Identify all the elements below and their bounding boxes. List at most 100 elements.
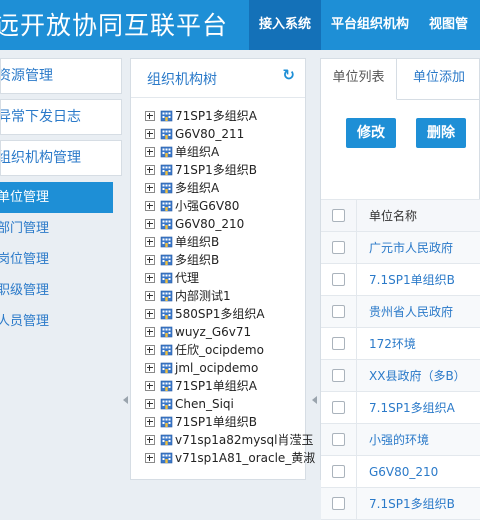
unit-name-link[interactable]: 7.1SP1单组织B — [357, 271, 455, 288]
tree-node[interactable]: 多组织B — [145, 251, 305, 269]
expand-plus-icon[interactable] — [145, 129, 155, 139]
delete-button[interactable]: 删除 — [416, 118, 466, 148]
sidebar-item-label: 部门管理 — [0, 221, 50, 236]
org-building-icon — [160, 182, 173, 194]
sidebar-group-label: 资源管理 — [0, 68, 53, 84]
refresh-icon[interactable]: ↻ — [282, 66, 295, 84]
tree-node[interactable]: 71SP1多组织A — [145, 107, 305, 125]
table-row[interactable]: 7.1SP1多组织A — [321, 392, 480, 424]
row-checkbox[interactable] — [332, 337, 345, 350]
sidebar-item-department[interactable]: 部门管理 — [0, 213, 122, 244]
unit-name-link[interactable]: G6V80_210 — [357, 465, 438, 479]
table-row[interactable]: 172环境 — [321, 328, 480, 360]
tree-node[interactable]: wuyz_G6v71 — [145, 323, 305, 341]
tree-node[interactable]: 单组织A — [145, 143, 305, 161]
expand-plus-icon[interactable] — [145, 345, 155, 355]
expand-plus-icon[interactable] — [145, 165, 155, 175]
expand-plus-icon[interactable] — [145, 201, 155, 211]
row-checkbox[interactable] — [332, 401, 345, 414]
row-checkbox[interactable] — [332, 241, 345, 254]
table-row[interactable]: 小强的环境 — [321, 424, 480, 456]
tab-unit-list[interactable]: 单位列表 — [321, 59, 397, 100]
tree-node[interactable]: Chen_Siqi — [145, 395, 305, 413]
expand-plus-icon[interactable] — [145, 435, 155, 445]
tree-node-label: 71SP1多组织B — [175, 163, 257, 177]
expand-plus-icon[interactable] — [145, 399, 155, 409]
expand-plus-icon[interactable] — [145, 111, 155, 121]
tree-node-label: 580SP1多组织A — [175, 307, 265, 321]
table-row[interactable]: 广元市人民政府 — [321, 232, 480, 264]
table-row[interactable]: 7.1SP1多组织B — [321, 488, 480, 520]
tree-node[interactable]: 71SP1单组织B — [145, 413, 305, 431]
tab-unit-add[interactable]: 单位添加 — [413, 59, 465, 99]
sidebar-group-resource[interactable]: 资源管理 — [0, 58, 122, 94]
row-checkbox[interactable] — [332, 465, 345, 478]
expand-plus-icon[interactable] — [145, 309, 155, 319]
org-building-icon — [160, 326, 173, 338]
top-nav: 接入系统 平台组织机构 视图管 — [249, 0, 478, 50]
tree-node[interactable]: 71SP1单组织A — [145, 377, 305, 395]
row-checkbox[interactable] — [332, 369, 345, 382]
tree-node[interactable]: G6V80_211 — [145, 125, 305, 143]
table-row[interactable]: 7.1SP1单组织B — [321, 264, 480, 296]
expand-plus-icon[interactable] — [145, 147, 155, 157]
row-checkbox[interactable] — [332, 433, 345, 446]
row-checkbox[interactable] — [332, 305, 345, 318]
expand-plus-icon[interactable] — [145, 327, 155, 337]
unit-name-link[interactable]: 小强的环境 — [357, 431, 429, 448]
expand-plus-icon[interactable] — [145, 381, 155, 391]
tree-node[interactable]: 多组织A — [145, 179, 305, 197]
tree-node[interactable]: G6V80_210 — [145, 215, 305, 233]
tree-node[interactable]: jml_ocipdemo — [145, 359, 305, 377]
sidebar-item-position[interactable]: 岗位管理 — [0, 244, 122, 275]
nav-view-management[interactable]: 视图管 — [419, 0, 478, 50]
expand-plus-icon[interactable] — [145, 273, 155, 283]
expand-plus-icon[interactable] — [145, 237, 155, 247]
top-header: 远开放协同互联平台 接入系统 平台组织机构 视图管 — [0, 0, 480, 50]
expand-plus-icon[interactable] — [145, 417, 155, 427]
tree-title: 组织机构树 — [147, 72, 217, 88]
row-checkbox[interactable] — [332, 497, 345, 510]
sidebar-item-rank[interactable]: 职级管理 — [0, 275, 122, 306]
select-all-checkbox[interactable] — [332, 209, 345, 222]
expand-plus-icon[interactable] — [145, 183, 155, 193]
tree-node-label: 单组织B — [175, 235, 220, 249]
row-checkbox[interactable] — [332, 273, 345, 286]
collapse-arrow-icon[interactable] — [312, 396, 317, 404]
tree-node[interactable]: 内部测试1 — [145, 287, 305, 305]
unit-name-link[interactable]: 7.1SP1多组织A — [357, 399, 455, 416]
expand-plus-icon[interactable] — [145, 291, 155, 301]
unit-name-link[interactable]: 贵州省人民政府 — [357, 303, 453, 320]
sidebar-item-unit[interactable]: 单位管理 — [0, 182, 113, 213]
table-row[interactable]: G6V80_210 — [321, 456, 480, 488]
tree-node-label: jml_ocipdemo — [175, 361, 259, 375]
tree-node[interactable]: 小强G6V80 — [145, 197, 305, 215]
tree-node[interactable]: 71SP1多组织B — [145, 161, 305, 179]
tree-node[interactable]: v71sp1A81_oracle_黄淑 — [145, 449, 315, 467]
expand-plus-icon[interactable] — [145, 255, 155, 265]
table-row[interactable]: 贵州省人民政府 — [321, 296, 480, 328]
column-header-unit-name: 单位名称 — [369, 209, 418, 223]
unit-name-link[interactable]: 172环境 — [357, 335, 416, 352]
unit-name-link[interactable]: 广元市人民政府 — [357, 239, 453, 256]
sidebar-group-org-management[interactable]: 组织机构管理 — [0, 140, 122, 176]
unit-name-link[interactable]: XX县政府（多B） — [357, 367, 466, 384]
tree-node[interactable]: v71sp1a82mysql肖滢玉 — [145, 431, 314, 449]
sidebar-group-exception-log[interactable]: 异常下发日志 — [0, 99, 122, 135]
edit-button[interactable]: 修改 — [346, 118, 396, 148]
tree-node[interactable]: 580SP1多组织A — [145, 305, 305, 323]
unit-name-link[interactable]: 7.1SP1多组织B — [357, 495, 455, 512]
expand-plus-icon[interactable] — [145, 363, 155, 373]
table-row[interactable]: XX县政府（多B） — [321, 360, 480, 392]
nav-platform-org[interactable]: 平台组织机构 — [321, 0, 419, 50]
expand-plus-icon[interactable] — [145, 219, 155, 229]
expand-plus-icon[interactable] — [145, 453, 155, 463]
tree-node-label: 内部测试1 — [175, 289, 231, 303]
tree-node[interactable]: 任欣_ocipdemo — [145, 341, 305, 359]
tree-node[interactable]: 代理 — [145, 269, 305, 287]
sidebar-item-label: 人员管理 — [0, 314, 50, 329]
collapse-arrow-icon[interactable] — [123, 396, 128, 404]
sidebar-item-personnel[interactable]: 人员管理 — [0, 306, 122, 337]
nav-access-system[interactable]: 接入系统 — [249, 0, 322, 50]
tree-node[interactable]: 单组织B — [145, 233, 305, 251]
